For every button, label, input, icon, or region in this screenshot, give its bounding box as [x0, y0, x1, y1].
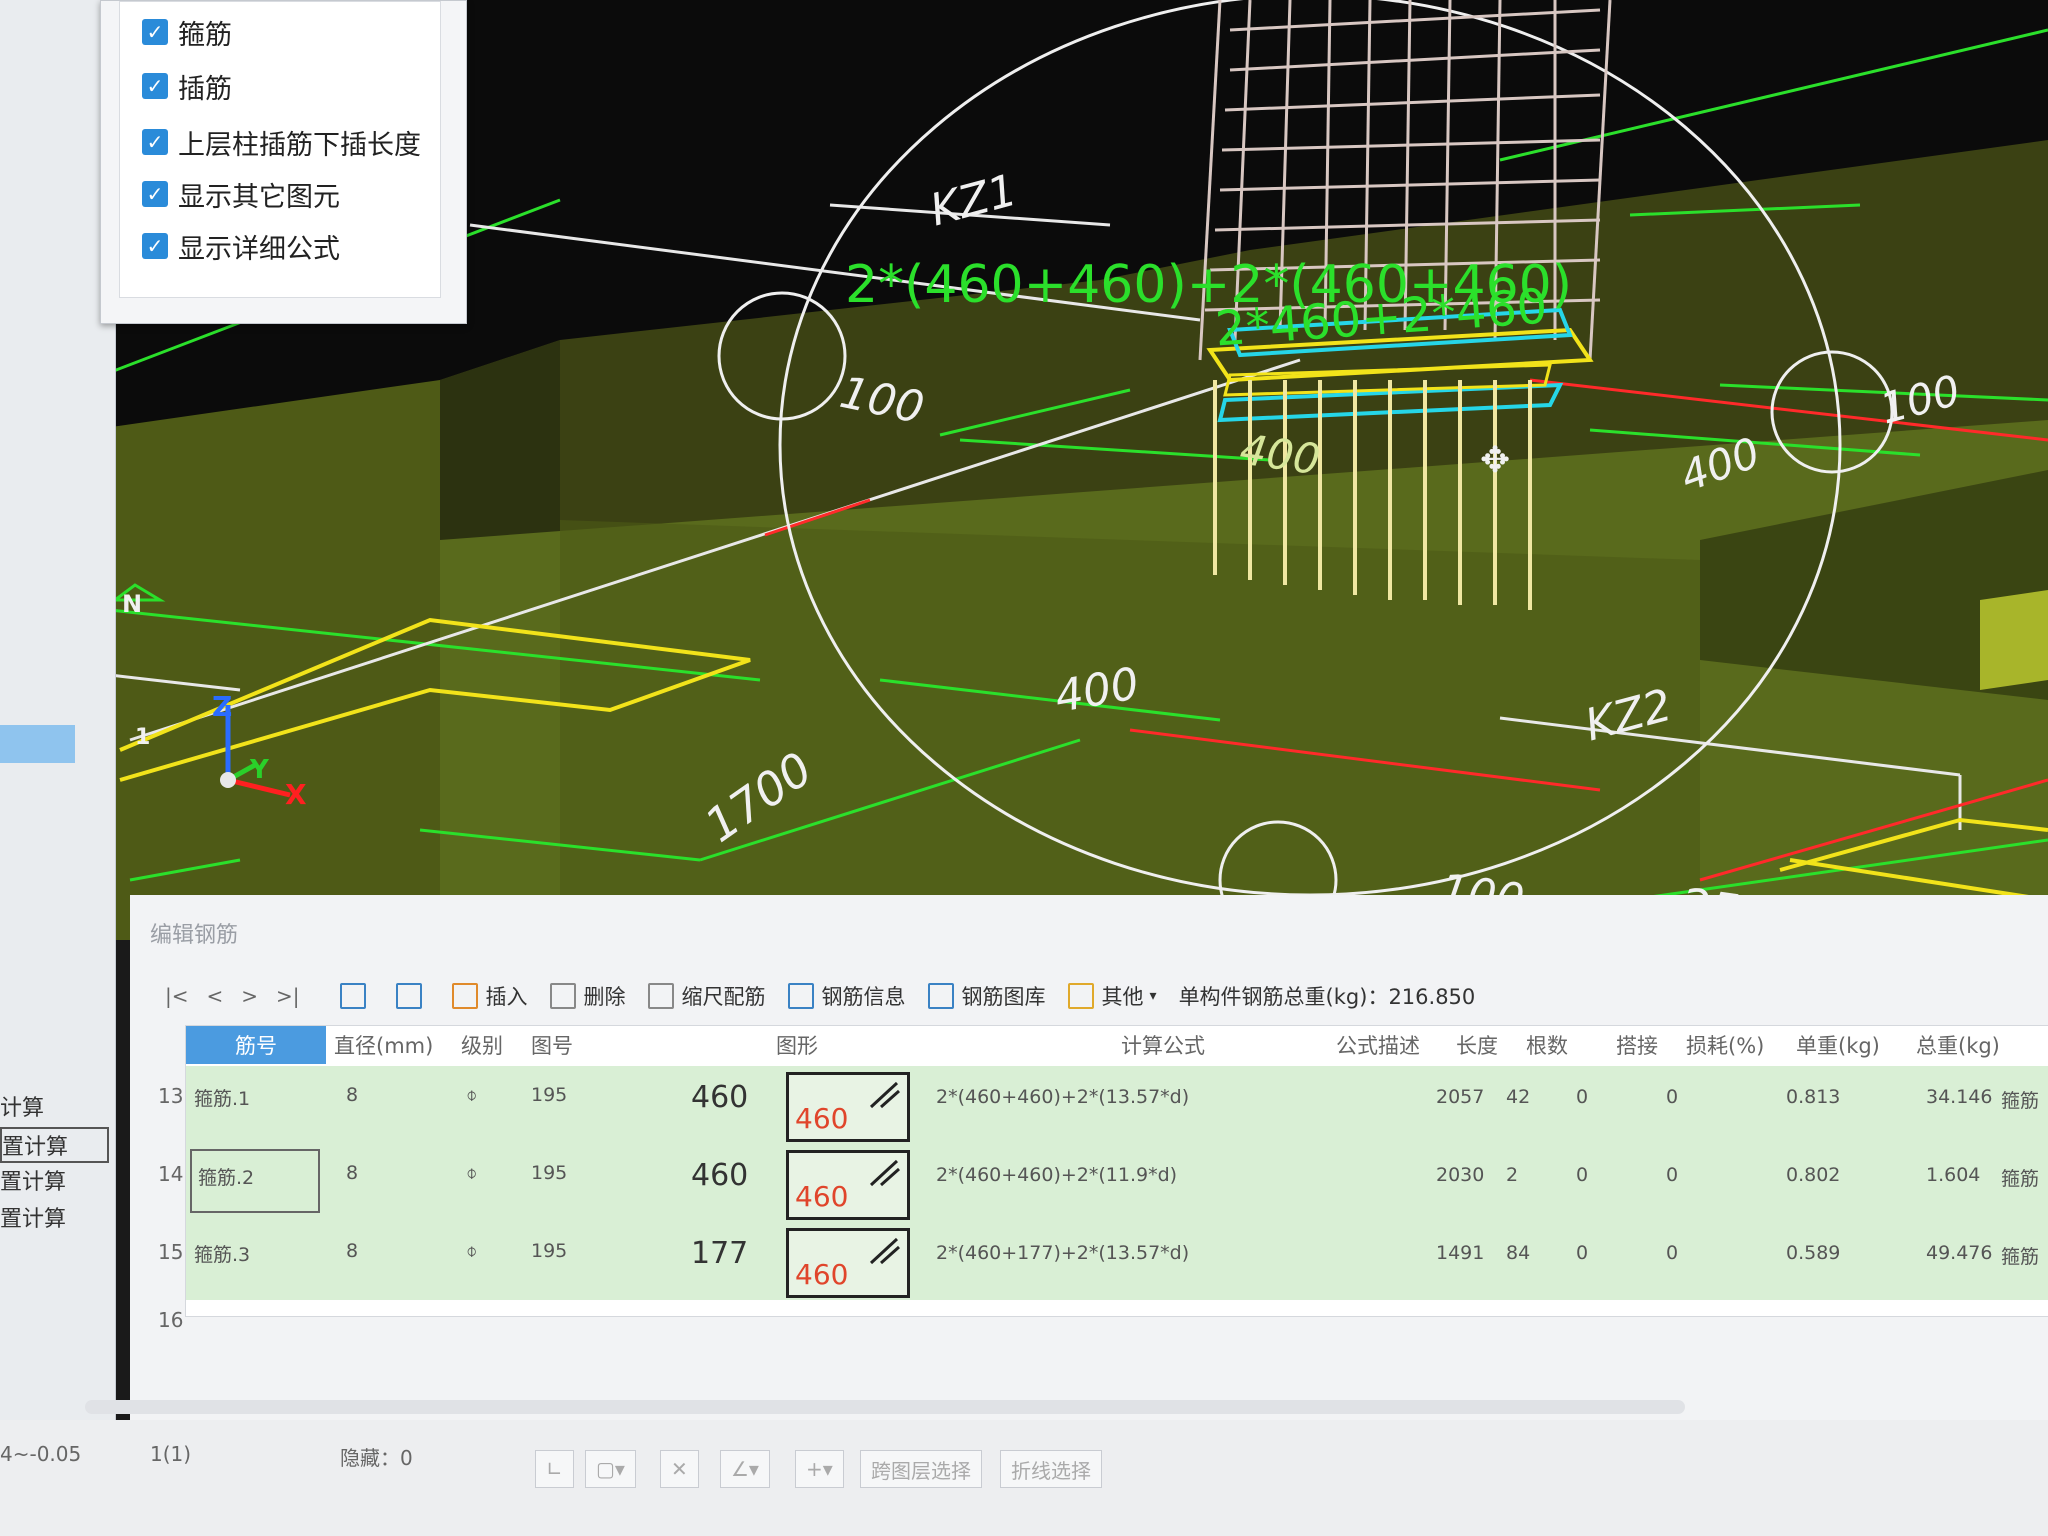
- header-length[interactable]: 长度: [1456, 1026, 1498, 1064]
- move-down-icon: [395, 983, 422, 1009]
- editor-toolbar: |< < > >| 插入 删除 缩尺配筋 钢筋信息 钢筋图库 其他 ▾ 单构件钢筋…: [165, 975, 1497, 1017]
- option-show-detailed-formula[interactable]: ✓ 显示详细公式: [142, 226, 340, 266]
- left-panel-item-2[interactable]: 置计算: [0, 1127, 109, 1163]
- move-cursor-icon: ✥: [1480, 440, 1511, 481]
- hook-icon: [869, 1159, 900, 1187]
- table-row[interactable]: 15 箍筋.3 8 ⌽ 195 177 460 2*(460+177)+2*(1…: [158, 1222, 2048, 1300]
- rebar-library-button[interactable]: 钢筋图库: [927, 981, 1046, 1011]
- rebar-info-button[interactable]: 钢筋信息: [787, 981, 906, 1011]
- left-panel-item-1[interactable]: 计算: [0, 1090, 44, 1122]
- other-icon: [1067, 983, 1094, 1009]
- header-shape[interactable]: 图形: [776, 1026, 818, 1064]
- checkbox-checked-icon[interactable]: ✓: [142, 181, 168, 207]
- rebar-editor-panel: 编辑钢筋 |< < > >| 插入 删除 缩尺配筋 钢筋信息 钢筋图库 其他 ▾ …: [130, 895, 2048, 1455]
- checkbox-checked-icon[interactable]: ✓: [142, 19, 168, 45]
- point-plus-icon: +▾: [806, 1457, 833, 1481]
- header-count[interactable]: 根数: [1526, 1026, 1568, 1064]
- nav-prev-button[interactable]: <: [207, 984, 224, 1008]
- status-hidden-count: 隐藏：0: [340, 1446, 413, 1470]
- move-up-button[interactable]: [339, 983, 374, 1009]
- header-formula[interactable]: 计算公式: [1121, 1026, 1205, 1064]
- checkbox-checked-icon[interactable]: ✓: [142, 73, 168, 99]
- axis-y-label: Y: [250, 755, 269, 785]
- hook-icon: [869, 1081, 900, 1109]
- scale-rebar-button[interactable]: 缩尺配筋: [647, 981, 766, 1011]
- nav-first-button[interactable]: |<: [165, 984, 189, 1008]
- header-diameter[interactable]: 直径(mm): [334, 1026, 433, 1064]
- insert-icon: [451, 983, 478, 1009]
- orthogonal-toggle-button[interactable]: ∟: [535, 1450, 574, 1488]
- header-lap[interactable]: 搭接: [1616, 1026, 1658, 1064]
- header-formula-desc[interactable]: 公式描述: [1336, 1026, 1420, 1064]
- horizontal-scrollbar[interactable]: [85, 1400, 1685, 1414]
- rebar-shape-preview[interactable]: 460: [786, 1150, 910, 1220]
- checkbox-checked-icon[interactable]: ✓: [142, 233, 168, 259]
- close-icon: ✕: [671, 1457, 688, 1481]
- header-figure-number[interactable]: 图号: [531, 1026, 573, 1064]
- document-icon: [787, 983, 814, 1009]
- header-bar-number[interactable]: 筋号: [186, 1026, 326, 1064]
- left-panel-selected-row[interactable]: [0, 725, 75, 763]
- nav-next-button[interactable]: >: [241, 984, 258, 1008]
- display-options-panel: ✓ 箍筋 ✓ 插筋 ✓ 上层柱插筋下插长度 ✓ 显示其它图元 ✓ 显示详细公式: [100, 0, 467, 324]
- hook-icon: [869, 1237, 900, 1265]
- option-insert-bar[interactable]: ✓ 插筋: [142, 66, 232, 106]
- chevron-down-icon: ▾: [1149, 988, 1157, 1004]
- checkbox-checked-icon[interactable]: ✓: [142, 129, 168, 155]
- editor-title: 编辑钢筋: [150, 923, 239, 948]
- rebar-shape-preview[interactable]: 460: [786, 1072, 910, 1142]
- nav-last-button[interactable]: >|: [276, 984, 300, 1008]
- selected-cell[interactable]: 箍筋.2: [190, 1149, 320, 1213]
- status-coordinate: 4~-0.05: [0, 1442, 82, 1466]
- delete-icon: [549, 983, 576, 1009]
- table-row[interactable]: 14 箍筋.2 8 ⌽ 195 460 460 2*(460+460)+2*(1…: [158, 1144, 2048, 1222]
- cross-layer-select-button[interactable]: 跨图层选择: [860, 1450, 982, 1488]
- rebar-table: 筋号 直径(mm) 级别 图号 图形 计算公式 公式描述 长度 根数 搭接 损耗…: [158, 1025, 2048, 1332]
- total-weight-label: 单构件钢筋总重(kg)：216.850: [1178, 985, 1476, 1009]
- other-dropdown-button[interactable]: 其他 ▾: [1067, 981, 1157, 1011]
- axis-z-label: Z: [212, 690, 233, 723]
- rebar-shape-preview[interactable]: 460: [786, 1228, 910, 1298]
- table-row[interactable]: 13 箍筋.1 8 ⌽ 195 460 460 2*(460+460)+2*(1…: [158, 1066, 2048, 1144]
- status-layer: 1(1): [150, 1442, 192, 1466]
- library-icon: [927, 983, 954, 1009]
- angle-icon: ∠▾: [731, 1457, 759, 1481]
- orthogonal-icon: ∟: [546, 1457, 563, 1481]
- cancel-selection-button[interactable]: ✕: [660, 1450, 699, 1488]
- option-stirrup[interactable]: ✓ 箍筋: [142, 12, 232, 52]
- delete-button[interactable]: 删除: [549, 981, 626, 1011]
- insert-button[interactable]: 插入: [451, 981, 528, 1011]
- option-upper-insert-length[interactable]: ✓ 上层柱插筋下插长度: [142, 122, 421, 162]
- polyline-select-button[interactable]: 折线选择: [1000, 1450, 1102, 1488]
- option-show-other-elements[interactable]: ✓ 显示其它图元: [142, 174, 340, 214]
- left-panel-item-4[interactable]: 置计算: [0, 1201, 66, 1233]
- move-up-icon: [339, 983, 366, 1009]
- axis-1-label: 1: [135, 725, 151, 750]
- select-box-button[interactable]: ▢▾: [585, 1450, 636, 1488]
- axis-x-label: X: [285, 778, 307, 811]
- angle-tool-button[interactable]: ∠▾: [720, 1450, 770, 1488]
- left-panel-item-3[interactable]: 置计算: [0, 1164, 66, 1196]
- header-loss[interactable]: 损耗(%): [1686, 1026, 1764, 1064]
- header-total-weight[interactable]: 总重(kg): [1916, 1026, 2000, 1064]
- point-tool-button[interactable]: +▾: [795, 1450, 844, 1488]
- scale-icon: [647, 983, 674, 1009]
- header-grade[interactable]: 级别: [461, 1026, 503, 1064]
- left-panel: 计算 置计算 置计算 置计算: [0, 0, 116, 1536]
- status-bar: 4~-0.05 1(1) 隐藏：0 ∟ ▢▾ ✕ ∠▾ +▾ 跨图层选择 折线选…: [0, 1420, 2048, 1536]
- move-down-button[interactable]: [395, 983, 430, 1009]
- select-box-icon: ▢▾: [596, 1457, 625, 1481]
- empty-row-number: 16: [158, 1308, 184, 1332]
- header-unit-weight[interactable]: 单重(kg): [1796, 1026, 1880, 1064]
- north-marker-label: N: [122, 590, 143, 618]
